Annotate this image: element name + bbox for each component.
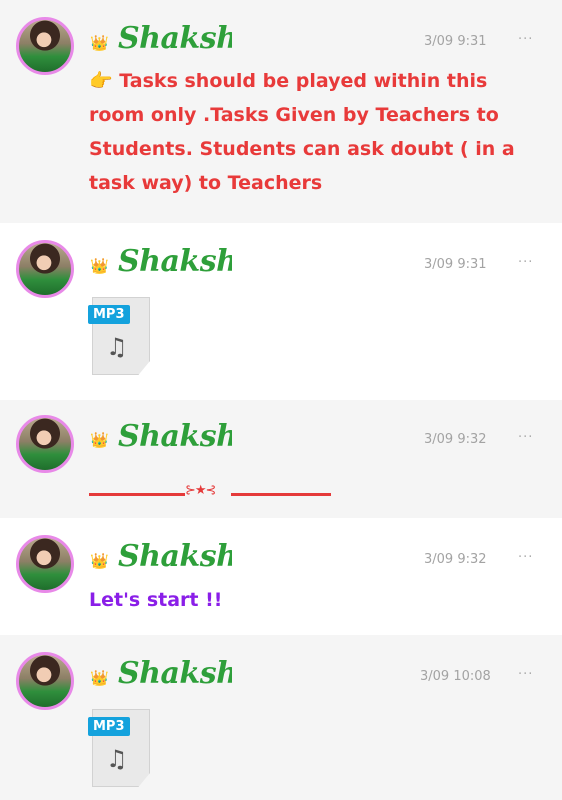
more-options-icon[interactable]: ··· <box>518 32 533 47</box>
timestamp: 3/09 9:31 <box>424 34 487 49</box>
crown-icon: 👑 <box>90 257 109 275</box>
pointing-hand-icon: 👉 <box>89 70 113 92</box>
avatar[interactable] <box>16 652 74 710</box>
divider-line-right <box>231 493 331 496</box>
more-options-icon[interactable]: ··· <box>518 667 533 682</box>
music-note-icon: ♫ <box>106 333 128 361</box>
crown-icon: 👑 <box>90 34 109 52</box>
timestamp: 3/09 9:31 <box>424 257 487 272</box>
file-type-badge: MP3 <box>88 717 130 736</box>
message-item[interactable]: 👑 Shakshi 3/09 9:31 ··· 👉 Tasks should b… <box>0 0 562 223</box>
sender-name[interactable]: Shakshi <box>118 422 232 452</box>
timestamp: 3/09 10:08 <box>420 669 491 684</box>
message-text: 👉 Tasks should be played within this roo… <box>89 64 522 200</box>
sender-name[interactable]: Shakshi <box>118 542 232 572</box>
crown-icon: 👑 <box>90 431 109 449</box>
sender-name[interactable]: Shakshi <box>118 247 232 277</box>
sender-name[interactable]: Shakshi <box>118 659 232 689</box>
ornament-icon: ⊱★⊰ <box>185 483 216 498</box>
mp3-attachment[interactable]: MP3 ♫ <box>88 297 150 375</box>
divider-line-left <box>89 493 185 496</box>
avatar[interactable] <box>16 415 74 473</box>
more-options-icon[interactable]: ··· <box>518 550 533 565</box>
timestamp: 3/09 9:32 <box>424 552 487 567</box>
file-type-badge: MP3 <box>88 305 130 324</box>
avatar[interactable] <box>16 240 74 298</box>
message-feed: 👑 Shakshi 3/09 9:31 ··· 👉 Tasks should b… <box>0 0 562 800</box>
decorative-divider: ⊱★⊰ <box>89 483 331 501</box>
avatar[interactable] <box>16 17 74 75</box>
message-item[interactable]: 👑 Shakshi 3/09 9:32 ··· Let's start !! <box>0 518 562 635</box>
avatar[interactable] <box>16 535 74 593</box>
message-text: Let's start !! <box>89 589 223 611</box>
mp3-attachment[interactable]: MP3 ♫ <box>88 709 150 787</box>
more-options-icon[interactable]: ··· <box>518 255 533 270</box>
sender-name[interactable]: Shakshi <box>118 24 232 54</box>
crown-icon: 👑 <box>90 552 109 570</box>
more-options-icon[interactable]: ··· <box>518 430 533 445</box>
message-body: Tasks should be played within this room … <box>89 70 515 194</box>
message-item[interactable]: 👑 Shakshi 3/09 10:08 ··· MP3 ♫ <box>0 635 562 800</box>
timestamp: 3/09 9:32 <box>424 432 487 447</box>
crown-icon: 👑 <box>90 669 109 687</box>
message-item[interactable]: 👑 Shakshi 3/09 9:31 ··· MP3 ♫ <box>0 223 562 400</box>
music-note-icon: ♫ <box>106 745 128 773</box>
